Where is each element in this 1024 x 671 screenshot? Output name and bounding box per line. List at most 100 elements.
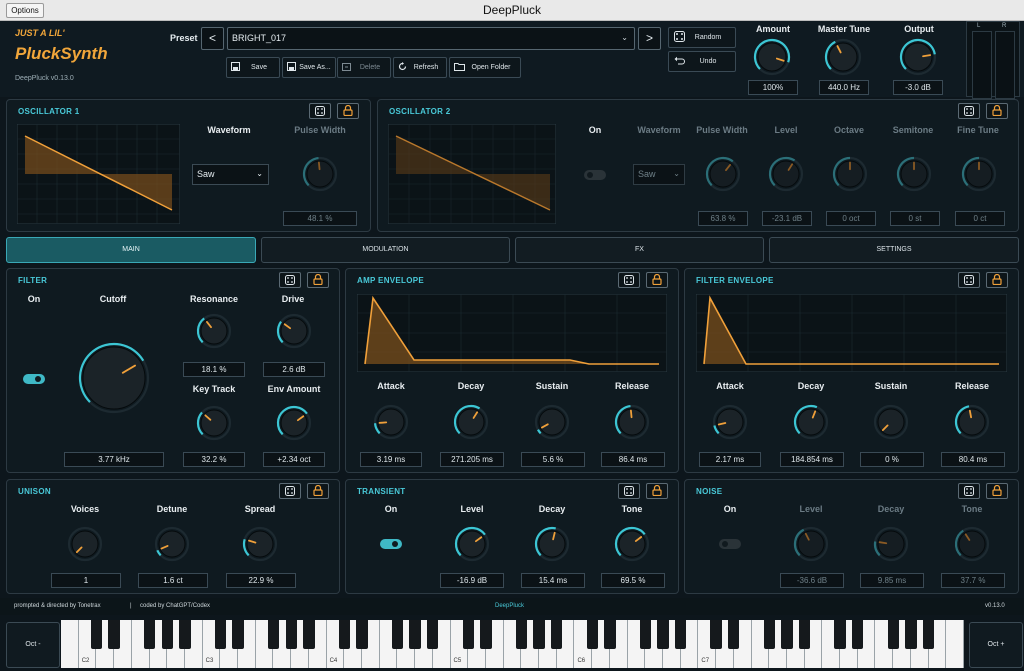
output-value[interactable]: -3.0 dB — [893, 80, 943, 95]
undo-button[interactable]: Undo — [668, 51, 736, 72]
amp-release-value[interactable]: 86.4 ms — [601, 452, 665, 467]
fenv-decay-knob[interactable] — [792, 403, 830, 446]
osc1-lock-button[interactable] — [337, 103, 359, 119]
filter-randomize-button[interactable] — [279, 272, 301, 288]
black-key[interactable] — [710, 620, 722, 649]
output-knob[interactable] — [898, 37, 938, 82]
amp-env-randomize-button[interactable] — [618, 272, 640, 288]
unison-randomize-button[interactable] — [279, 483, 301, 499]
black-key[interactable] — [480, 620, 492, 649]
amp-sustain-value[interactable]: 5.6 % — [521, 452, 585, 467]
amount-knob[interactable] — [752, 37, 792, 82]
noise-lock-button[interactable] — [986, 483, 1008, 499]
black-key[interactable] — [905, 620, 917, 649]
tab-main[interactable]: MAIN — [6, 237, 256, 263]
amp-decay-knob[interactable] — [452, 403, 490, 446]
black-key[interactable] — [657, 620, 669, 649]
osc2-randomize-button[interactable] — [958, 103, 980, 119]
filter-cutoff-value[interactable]: 3.77 kHz — [64, 452, 164, 467]
black-key[interactable] — [586, 620, 598, 649]
unison-detune-value[interactable]: 1.6 ct — [138, 573, 208, 588]
black-key[interactable] — [604, 620, 616, 649]
amp-sustain-knob[interactable] — [533, 403, 571, 446]
white-key[interactable] — [946, 620, 964, 668]
black-key[interactable] — [179, 620, 191, 649]
black-key[interactable] — [161, 620, 173, 649]
black-key[interactable] — [267, 620, 280, 649]
transient-level-knob[interactable] — [453, 525, 491, 568]
black-key[interactable] — [515, 620, 527, 649]
fenv-release-knob[interactable] — [953, 403, 991, 446]
osc1-pulse-width-value[interactable]: 48.1 % — [283, 211, 357, 226]
amp-env-lock-button[interactable] — [646, 272, 668, 288]
osc2-level-value[interactable]: -23.1 dB — [762, 211, 812, 226]
octave-down-button[interactable]: Oct - — [6, 622, 60, 668]
amp-attack-value[interactable]: 3.19 ms — [360, 452, 422, 467]
osc2-lock-button[interactable] — [986, 103, 1008, 119]
unison-spread-knob[interactable] — [241, 525, 279, 568]
black-key[interactable] — [462, 620, 474, 649]
osc2-level-knob[interactable] — [767, 155, 805, 198]
osc2-octave-knob[interactable] — [831, 155, 869, 198]
filter-resonance-value[interactable]: 18.1 % — [183, 362, 245, 377]
open-folder-button[interactable]: Open Folder — [449, 57, 521, 78]
osc1-pulse-width-knob[interactable] — [301, 155, 339, 198]
transient-decay-knob[interactable] — [533, 525, 571, 568]
black-key[interactable] — [922, 620, 935, 649]
black-key[interactable] — [143, 620, 156, 649]
next-preset-button[interactable]: > — [638, 27, 661, 50]
filter-env-amount-value[interactable]: +2.34 oct — [263, 452, 325, 467]
amp-release-knob[interactable] — [613, 403, 651, 446]
black-key[interactable] — [427, 620, 439, 649]
fenv-sustain-value[interactable]: 0 % — [860, 452, 924, 467]
noise-level-value[interactable]: -36.6 dB — [780, 573, 844, 588]
transient-level-value[interactable]: -16.9 dB — [440, 573, 504, 588]
osc2-pulse-width-value[interactable]: 63.8 % — [698, 211, 748, 226]
filter-on-toggle[interactable] — [23, 374, 45, 384]
osc2-octave-value[interactable]: 0 oct — [826, 211, 876, 226]
black-key[interactable] — [285, 620, 297, 649]
fenv-sustain-knob[interactable] — [872, 403, 910, 446]
preset-select[interactable]: BRIGHT_017 ⌄ — [227, 27, 635, 50]
filter-env-amount-knob[interactable] — [275, 404, 313, 447]
filter-lock-button[interactable] — [307, 272, 329, 288]
osc2-semitone-value[interactable]: 0 st — [890, 211, 940, 226]
noise-tone-value[interactable]: 37.7 % — [941, 573, 1005, 588]
transient-randomize-button[interactable] — [618, 483, 640, 499]
white-key[interactable] — [61, 620, 79, 668]
fenv-decay-value[interactable]: 184.854 ms — [780, 452, 844, 467]
black-key[interactable] — [232, 620, 244, 649]
fenv-attack-value[interactable]: 2.17 ms — [699, 452, 761, 467]
black-key[interactable] — [533, 620, 545, 649]
noise-level-knob[interactable] — [792, 525, 830, 568]
transient-on-toggle[interactable] — [380, 539, 402, 549]
black-key[interactable] — [214, 620, 226, 649]
prev-preset-button[interactable]: < — [201, 27, 224, 50]
osc2-fine-tune-knob[interactable] — [960, 155, 998, 198]
noise-on-toggle[interactable] — [719, 539, 741, 549]
black-key[interactable] — [409, 620, 421, 649]
tab-settings[interactable]: SETTINGS — [769, 237, 1019, 263]
black-key[interactable] — [675, 620, 687, 649]
filter-key-track-value[interactable]: 32.2 % — [183, 452, 245, 467]
random-button[interactable]: Random — [668, 27, 736, 48]
black-key[interactable] — [90, 620, 103, 649]
unison-lock-button[interactable] — [307, 483, 329, 499]
filter-drive-knob[interactable] — [275, 312, 313, 355]
black-key[interactable] — [639, 620, 651, 649]
black-key[interactable] — [391, 620, 404, 649]
filter-key-track-knob[interactable] — [195, 404, 233, 447]
noise-decay-knob[interactable] — [872, 525, 910, 568]
black-key[interactable] — [781, 620, 793, 649]
noise-decay-value[interactable]: 9.85 ms — [860, 573, 924, 588]
black-key[interactable] — [728, 620, 740, 649]
fenv-release-value[interactable]: 80.4 ms — [941, 452, 1005, 467]
amp-attack-knob[interactable] — [372, 403, 410, 446]
unison-voices-value[interactable]: 1 — [51, 573, 121, 588]
osc2-waveform-select[interactable]: Saw ⌄ — [633, 164, 685, 185]
black-key[interactable] — [852, 620, 864, 649]
tab-fx[interactable]: FX — [515, 237, 764, 263]
filter-cutoff-knob[interactable] — [77, 341, 151, 420]
unison-spread-value[interactable]: 22.9 % — [226, 573, 296, 588]
unison-voices-knob[interactable] — [66, 525, 104, 568]
